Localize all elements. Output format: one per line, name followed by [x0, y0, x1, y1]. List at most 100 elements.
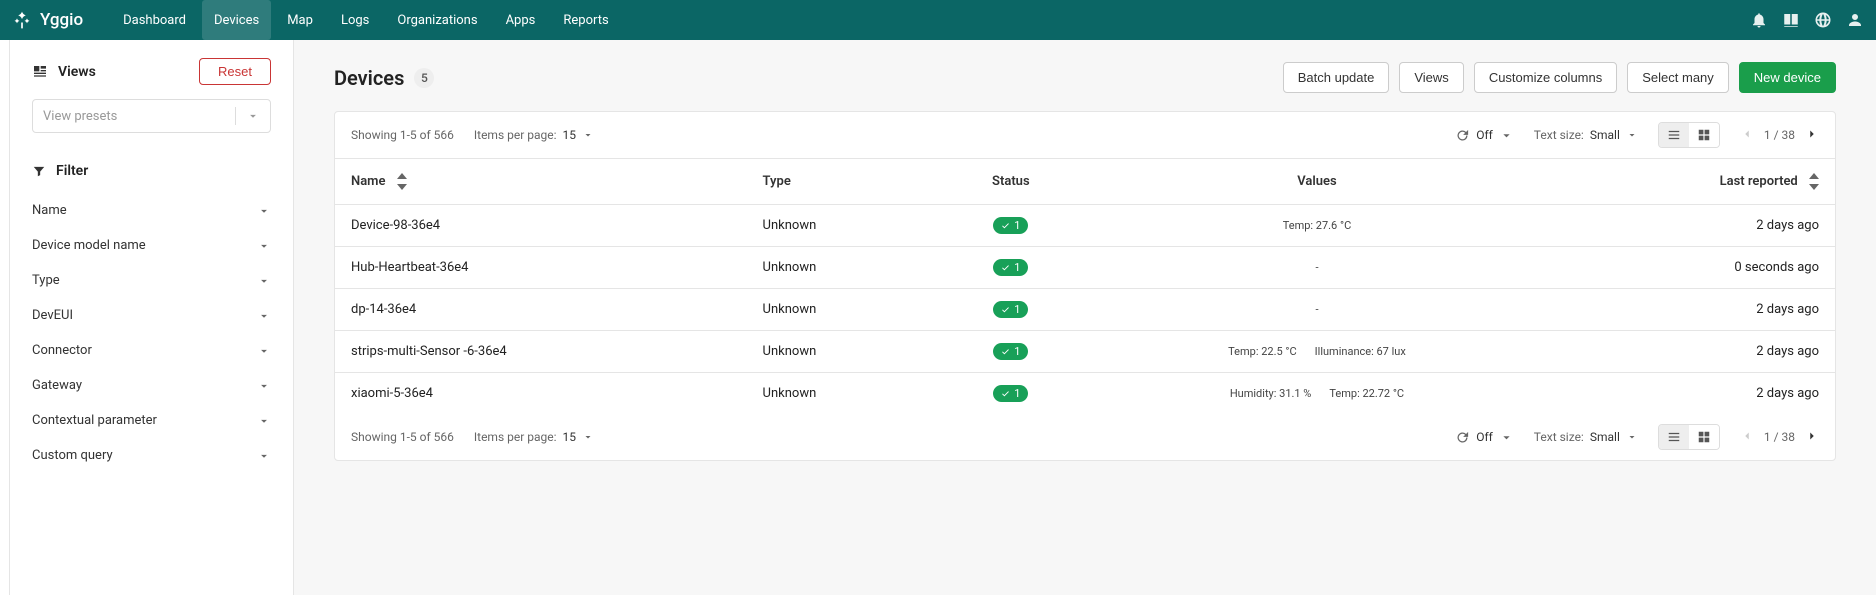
- cell-last-reported: 2 days ago: [1547, 373, 1835, 415]
- new-device-button[interactable]: New device: [1739, 62, 1836, 93]
- text-size[interactable]: Text size:Small: [1534, 430, 1638, 444]
- page-label: 1 / 38: [1764, 430, 1795, 444]
- cell-type: Unknown: [747, 373, 935, 415]
- page-next[interactable]: [1805, 429, 1819, 446]
- reset-button[interactable]: Reset: [199, 58, 271, 85]
- filter-type[interactable]: Type: [32, 263, 271, 298]
- page-next[interactable]: [1805, 127, 1819, 144]
- filter-device-model-name[interactable]: Device model name: [32, 228, 271, 263]
- list-view-button[interactable]: [1659, 123, 1689, 147]
- chevron-left-icon: [1740, 127, 1754, 141]
- globe-icon[interactable]: [1814, 11, 1832, 29]
- side-rail: [0, 40, 10, 595]
- sort-up-icon: [1809, 171, 1819, 181]
- filter-contextual-parameter[interactable]: Contextual parameter: [32, 403, 271, 438]
- cell-type: Unknown: [747, 247, 935, 289]
- filter-item-label: DevEUI: [32, 308, 73, 323]
- value-chip: Temp: 22.5 °C: [1228, 345, 1297, 358]
- book-icon[interactable]: [1782, 11, 1800, 29]
- filter-item-label: Custom query: [32, 448, 113, 463]
- status-badge: 1: [993, 343, 1028, 360]
- sidebar-filter-title: Filter: [32, 163, 271, 179]
- chevron-down-icon: [257, 239, 271, 253]
- items-per-page[interactable]: Items per page:15: [474, 128, 594, 142]
- pager: 1 / 38: [1740, 429, 1819, 446]
- column-values[interactable]: Values: [1087, 159, 1547, 205]
- text-size[interactable]: Text size:Small: [1534, 128, 1638, 142]
- view-mode-toggle: [1658, 122, 1720, 148]
- check-icon: [1001, 221, 1010, 230]
- column-status[interactable]: Status: [935, 159, 1088, 205]
- filter-custom-query[interactable]: Custom query: [32, 438, 271, 473]
- value-chip: Temp: 27.6 °C: [1283, 219, 1352, 232]
- chevron-down-icon: [257, 379, 271, 393]
- chevron-down-icon: [582, 431, 594, 443]
- chevron-down-icon: [1499, 128, 1514, 143]
- showing-text: Showing 1-5 of 566: [351, 128, 454, 142]
- nav-logs[interactable]: Logs: [329, 0, 381, 40]
- top-nav: Yggio DashboardDevicesMapLogsOrganizatio…: [0, 0, 1876, 40]
- nav-map[interactable]: Map: [275, 0, 325, 40]
- column-type-label: Type: [763, 174, 791, 189]
- filter-gateway[interactable]: Gateway: [32, 368, 271, 403]
- column-last-reported[interactable]: Last reported: [1547, 159, 1835, 205]
- nav-links: DashboardDevicesMapLogsOrganizationsApps…: [111, 0, 621, 40]
- table-row[interactable]: Device-98-36e4Unknown1Temp: 27.6 °C2 day…: [335, 205, 1835, 247]
- nav-devices[interactable]: Devices: [202, 0, 271, 40]
- column-last-reported-label: Last reported: [1720, 174, 1798, 189]
- view-presets-select[interactable]: View presets: [32, 99, 271, 133]
- check-icon: [1001, 263, 1010, 272]
- table-row[interactable]: strips-multi-Sensor -6-36e4Unknown1Temp:…: [335, 331, 1835, 373]
- table-row[interactable]: xiaomi-5-36e4Unknown1Humidity: 31.1 %Tem…: [335, 373, 1835, 415]
- column-values-label: Values: [1297, 174, 1336, 189]
- user-icon[interactable]: [1846, 11, 1864, 29]
- filter-item-label: Device model name: [32, 238, 146, 253]
- sidebar-views-title: Views: [32, 64, 96, 80]
- chevron-down-icon: [257, 309, 271, 323]
- cell-values: Humidity: 31.1 %Temp: 22.72 °C: [1087, 373, 1547, 415]
- auto-refresh[interactable]: Off: [1455, 128, 1514, 143]
- filter-item-label: Contextual parameter: [32, 413, 157, 428]
- layout-icon: [32, 64, 48, 80]
- cell-values: Temp: 27.6 °C: [1087, 205, 1547, 247]
- cell-status: 1: [935, 289, 1088, 331]
- select-many-button[interactable]: Select many: [1627, 62, 1729, 93]
- batch-update-button[interactable]: Batch update: [1283, 62, 1390, 93]
- page-prev[interactable]: [1740, 429, 1754, 446]
- value-chip: Humidity: 31.1 %: [1230, 387, 1312, 400]
- filter-label: Filter: [56, 163, 88, 179]
- brand[interactable]: Yggio: [12, 10, 83, 30]
- table-row[interactable]: dp-14-36e4Unknown1-2 days ago: [335, 289, 1835, 331]
- nav-dashboard[interactable]: Dashboard: [111, 0, 198, 40]
- pager: 1 / 38: [1740, 127, 1819, 144]
- auto-refresh[interactable]: Off: [1455, 430, 1514, 445]
- cell-values: Temp: 22.5 °CIlluminance: 67 lux: [1087, 331, 1547, 373]
- filter-deveui[interactable]: DevEUI: [32, 298, 271, 333]
- table-row[interactable]: Hub-Heartbeat-36e4Unknown1-0 seconds ago: [335, 247, 1835, 289]
- page-prev[interactable]: [1740, 127, 1754, 144]
- chevron-down-icon: [257, 274, 271, 288]
- nav-reports[interactable]: Reports: [551, 0, 620, 40]
- column-name-label: Name: [351, 174, 385, 189]
- status-badge: 1: [993, 217, 1028, 234]
- nav-apps[interactable]: Apps: [494, 0, 548, 40]
- column-type[interactable]: Type: [747, 159, 935, 205]
- nav-organizations[interactable]: Organizations: [385, 0, 489, 40]
- chevron-left-icon: [1740, 429, 1754, 443]
- bell-icon[interactable]: [1750, 11, 1768, 29]
- grid-icon: [1697, 430, 1711, 444]
- items-per-page[interactable]: Items per page:15: [474, 430, 594, 444]
- device-table: Name Type Status Values Last reported: [335, 158, 1835, 414]
- sort-down-icon: [397, 182, 407, 192]
- list-view-button[interactable]: [1659, 425, 1689, 449]
- grid-view-button[interactable]: [1689, 123, 1719, 147]
- filter-name[interactable]: Name: [32, 193, 271, 228]
- chevron-down-icon: [582, 129, 594, 141]
- views-button[interactable]: Views: [1399, 62, 1463, 93]
- grid-view-button[interactable]: [1689, 425, 1719, 449]
- filter-connector[interactable]: Connector: [32, 333, 271, 368]
- column-name[interactable]: Name: [335, 159, 747, 205]
- view-mode-toggle: [1658, 424, 1720, 450]
- customize-columns-button[interactable]: Customize columns: [1474, 62, 1617, 93]
- funnel-icon: [32, 164, 46, 178]
